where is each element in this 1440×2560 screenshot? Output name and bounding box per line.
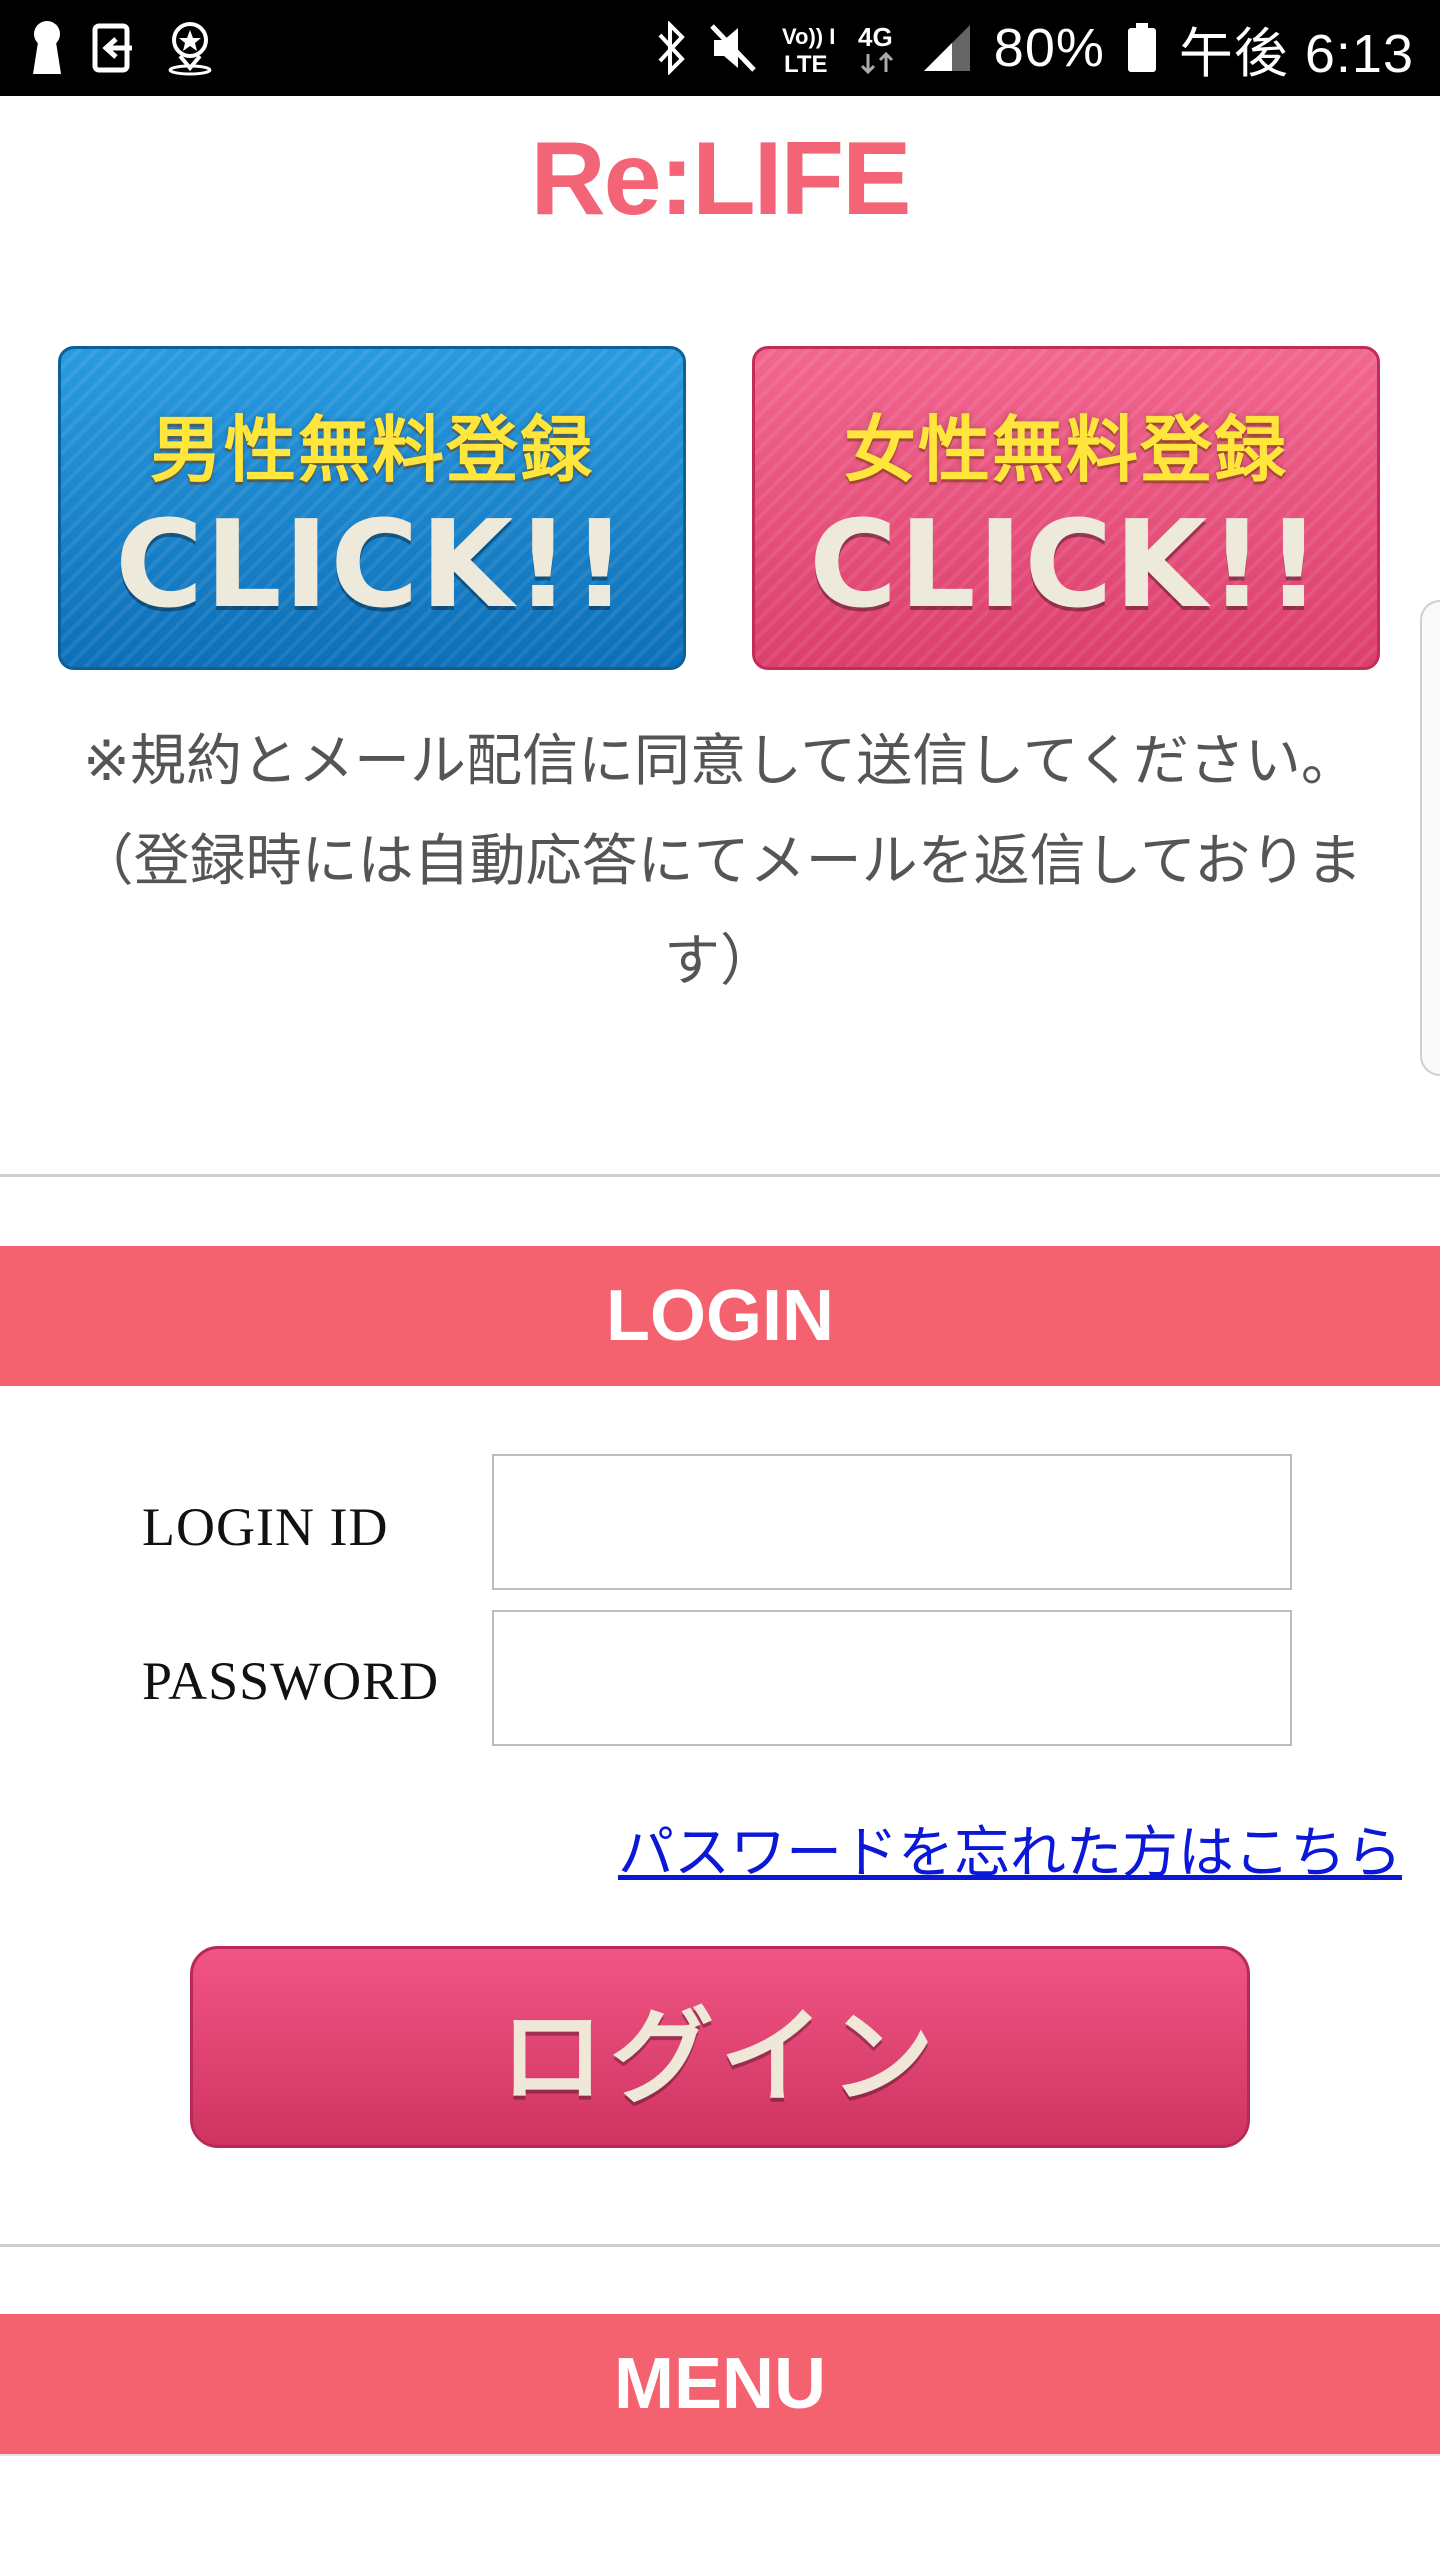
mute-icon	[708, 18, 758, 78]
male-register-click-text: CLICK!!	[115, 495, 629, 635]
volte-label: Vo)) LTE	[782, 24, 834, 49]
exit-app-icon	[92, 18, 138, 78]
notice-line-autoreply: （登録時には自動応答にてメールを返信しております）	[77, 829, 1363, 994]
svg-text:LTE: LTE	[784, 51, 828, 76]
volte-icon: Vo)) LTE LTE	[780, 18, 834, 78]
divider	[0, 1174, 1440, 1177]
status-bar-right: Vo)) LTE LTE 4G 80% 午後 6:13	[656, 9, 1414, 88]
signal-icon	[922, 18, 972, 78]
divider	[0, 2454, 1440, 2456]
status-bar: Vo)) LTE LTE 4G 80% 午後 6:13	[0, 0, 1440, 96]
notice-line-terms: ※規約とメール配信に同意して送信してください。	[83, 729, 1357, 794]
registration-notice: ※規約とメール配信に同意して送信してください。 （登録時には自動応答にてメールを…	[60, 712, 1380, 1012]
login-section-header: LOGIN	[0, 1246, 1440, 1386]
password-label: PASSWORD	[142, 1651, 440, 1711]
network-label: 4G	[858, 22, 893, 52]
login-button-label: ログイン	[499, 1995, 940, 2118]
keyhole-icon	[30, 18, 64, 78]
male-free-register-button[interactable]: 男性無料登録 CLICK!!	[58, 346, 686, 670]
menu-section-header: MENU	[0, 2314, 1440, 2454]
battery-icon	[1127, 18, 1157, 78]
clock: 午後 6:13	[1178, 23, 1414, 84]
female-register-click-text: CLICK!!	[809, 495, 1323, 635]
network-4g-icon: 4G	[856, 18, 900, 78]
login-id-label: LOGIN ID	[142, 1497, 389, 1557]
male-register-title: 男性無料登録	[149, 407, 594, 492]
status-bar-left	[30, 18, 214, 78]
forgot-password-link[interactable]: パスワードを忘れた方はこちら	[618, 1808, 1402, 1889]
battery-percent: 80%	[993, 18, 1105, 78]
password-input[interactable]	[492, 1610, 1292, 1746]
location-star-icon	[166, 18, 214, 78]
brand-logo[interactable]: Re:LIFE	[0, 120, 1440, 239]
login-button[interactable]: ログイン	[190, 1946, 1250, 2148]
bluetooth-icon	[656, 18, 686, 78]
female-register-title: 女性無料登録	[843, 407, 1288, 492]
divider	[0, 2244, 1440, 2247]
edge-panel-handle[interactable]	[1420, 600, 1440, 1076]
login-id-input[interactable]	[492, 1454, 1292, 1590]
female-free-register-button[interactable]: 女性無料登録 CLICK!!	[752, 346, 1380, 670]
